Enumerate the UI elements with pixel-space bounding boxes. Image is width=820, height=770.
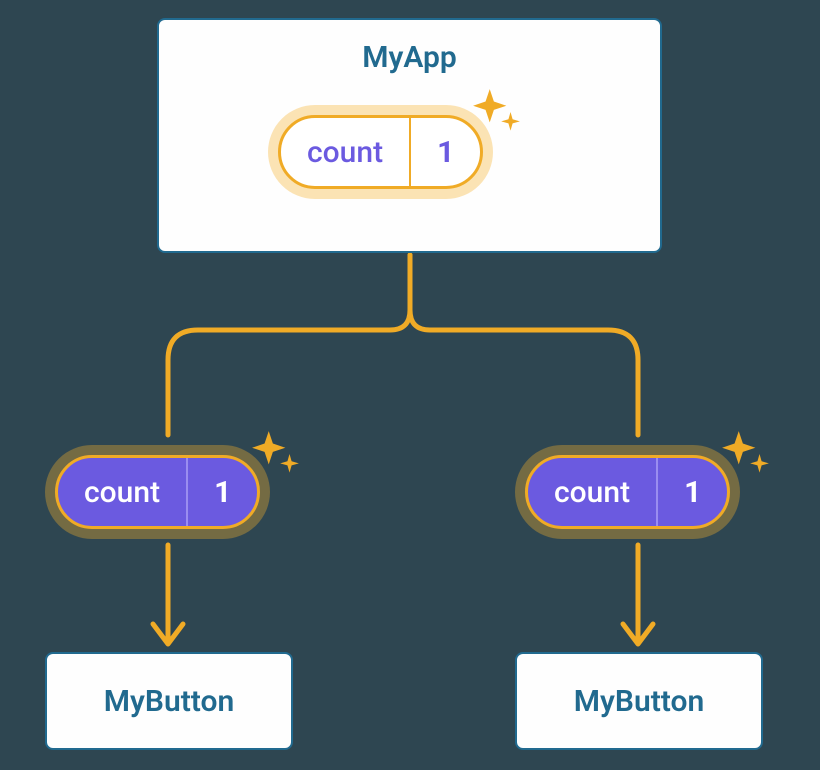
prop-label: count bbox=[58, 458, 186, 526]
prop-label: count bbox=[528, 458, 656, 526]
sparkle-icon bbox=[471, 87, 523, 139]
node-title: MyButton bbox=[104, 684, 234, 719]
prop-value: 1 bbox=[656, 458, 727, 526]
component-node-mybutton-right: MyButton bbox=[515, 652, 763, 750]
state-value: 1 bbox=[409, 118, 480, 186]
sparkle-icon bbox=[250, 429, 302, 481]
node-title: MyApp bbox=[362, 40, 457, 75]
sparkle-icon bbox=[720, 429, 772, 481]
node-title: MyButton bbox=[574, 684, 704, 719]
component-node-mybutton-left: MyButton bbox=[45, 652, 293, 750]
prop-value: 1 bbox=[186, 458, 257, 526]
prop-pill-right: count 1 bbox=[515, 445, 740, 539]
state-label: count bbox=[281, 118, 409, 186]
state-pill-myapp: count 1 bbox=[268, 105, 493, 199]
prop-pill-left: count 1 bbox=[45, 445, 270, 539]
